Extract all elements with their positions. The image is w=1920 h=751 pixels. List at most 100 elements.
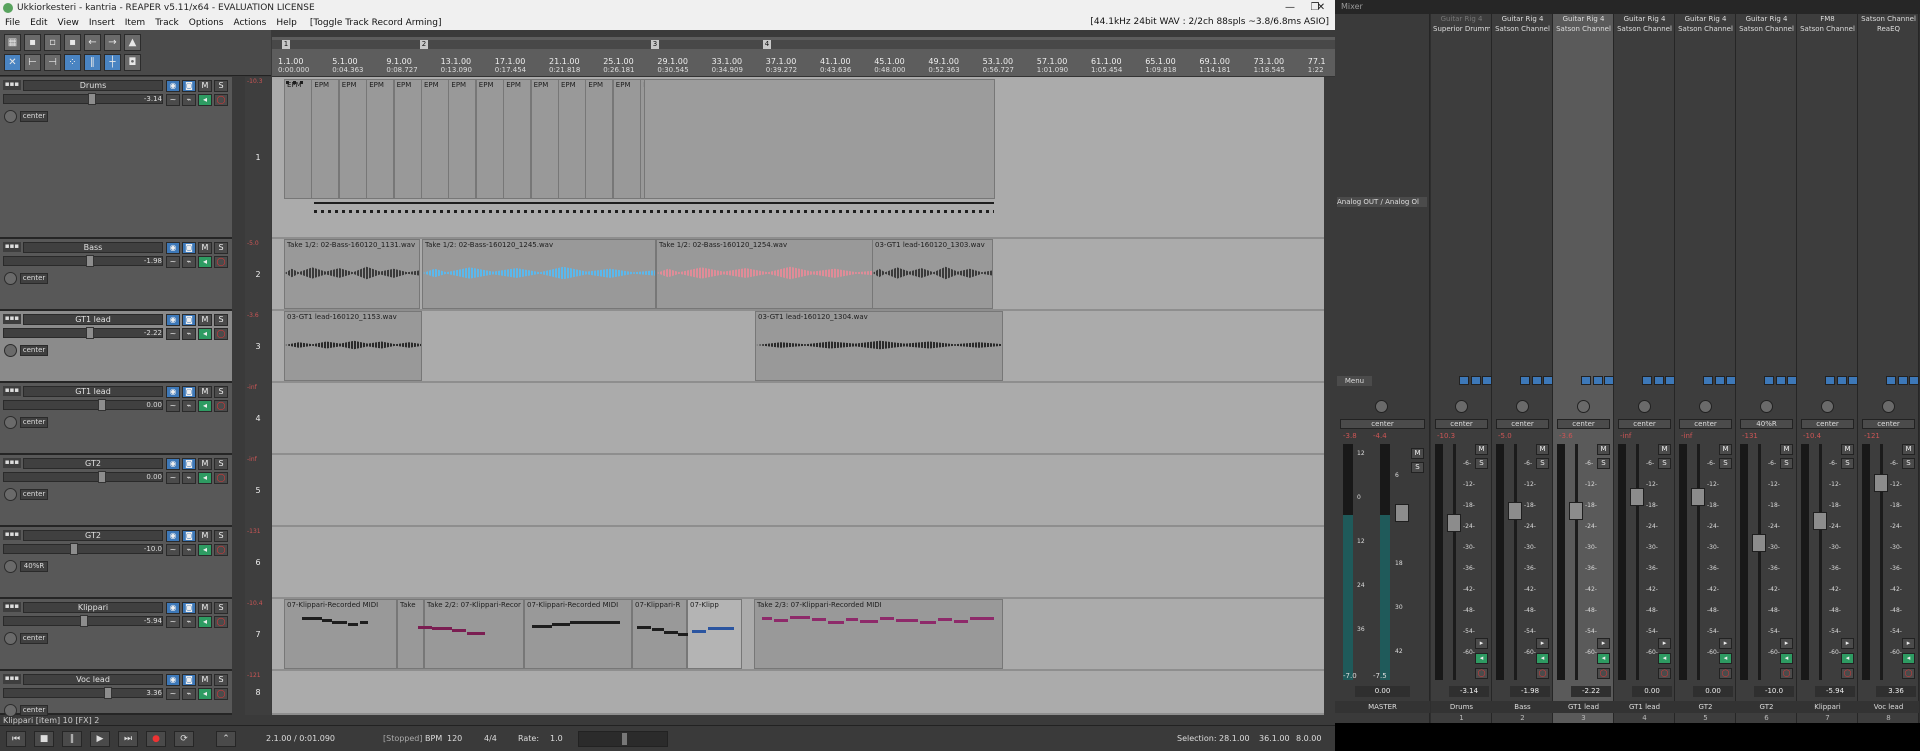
envelope-icon[interactable]: ∥ (84, 54, 101, 71)
rec-arm-monitor-icon[interactable]: ◉ (166, 80, 180, 92)
strip-phase-icon[interactable]: ◂ (1658, 653, 1671, 664)
fx-slot-1[interactable]: Guitar Rig 4 (1616, 14, 1673, 24)
rec-arm-monitor-icon[interactable]: ◉ (166, 602, 180, 614)
strip-pan-knob[interactable] (1455, 400, 1468, 413)
klippari-item-7[interactable]: Take 2/3: 07-Klippari-Recorded MIDI (754, 599, 1003, 669)
menu-track[interactable]: Track (150, 18, 184, 28)
marker-lane[interactable] (272, 40, 1335, 49)
menu-view[interactable]: View (53, 18, 84, 28)
pan-value[interactable]: center (20, 633, 48, 644)
drum-item[interactable]: EPM (558, 79, 586, 199)
strip-fader-knob[interactable] (1691, 488, 1705, 506)
pause-icon[interactable]: ‖ (62, 731, 82, 747)
strip-phase-icon[interactable]: ◂ (1597, 653, 1610, 664)
io-toggle-icon[interactable] (1776, 376, 1786, 385)
lock-icon[interactable]: ⊣ (44, 54, 61, 71)
arrange-view[interactable]: EPMEPMEPMEPMEPMEPMEPMEPMEPMEPMEPMEPMEPME… (272, 77, 1324, 715)
io-toggle-icon[interactable] (1520, 376, 1530, 385)
time-signature[interactable]: 4/4 (484, 731, 497, 747)
strip-pan-value[interactable]: center (1557, 419, 1610, 429)
track-name[interactable]: GT2 (23, 530, 163, 541)
envelope-toggle[interactable]: ▪▪▪ (3, 314, 21, 324)
strip-fader-knob[interactable] (1630, 488, 1644, 506)
menu-actions[interactable]: Actions (228, 18, 271, 28)
volume-fader-knob[interactable] (88, 93, 96, 105)
record-icon[interactable]: ● (146, 731, 166, 747)
fx-slot-1[interactable]: Guitar Rig 4 (1738, 14, 1795, 24)
time-position[interactable]: 2.1.00 / 0:01.090 (266, 731, 335, 747)
track-header-3[interactable]: ▪▪▪ GT1 lead ◉ ◙ M S -2.22 ~ ⌁ ◂ ◯ center (0, 311, 232, 383)
strip-volume-value[interactable]: 0.00 (1632, 686, 1672, 697)
io-toggle-icon[interactable] (1787, 376, 1797, 385)
strip-fader-knob[interactable] (1447, 514, 1461, 532)
marker-3[interactable]: 3 (651, 40, 659, 49)
master-solo-button[interactable]: S (1411, 462, 1424, 473)
record-arm-icon[interactable]: ◯ (214, 94, 228, 106)
strip-fader-knob[interactable] (1752, 534, 1766, 552)
bass-item-4[interactable]: 03-GT1 lead-160120_1303.wav (872, 239, 993, 309)
io-toggle-icon[interactable] (1848, 376, 1858, 385)
marker-1[interactable]: 1 (282, 40, 290, 49)
drum-item[interactable]: EPM (421, 79, 449, 199)
klippari-item-2[interactable]: Take (397, 599, 424, 669)
strip-pan-value[interactable]: 40%R (1740, 419, 1793, 429)
marker-2[interactable]: 2 (420, 40, 428, 49)
pan-value[interactable]: center (20, 345, 48, 356)
drum-item[interactable]: EPM (475, 79, 504, 199)
io-toggle-icon[interactable] (1715, 376, 1725, 385)
solo-button[interactable]: S (214, 458, 228, 470)
drum-item[interactable]: EPM (311, 79, 340, 199)
envelope-toggle[interactable]: ▪▪▪ (3, 602, 21, 612)
track-header-8[interactable]: ▪▪▪ Voc lead ◉ ◙ M S 3.36 ~ ⌁ ◂ ◯ center (0, 671, 232, 717)
envelope-icon[interactable]: ~ (166, 688, 180, 700)
rate-slider[interactable] (578, 731, 668, 747)
io-toggle-icon[interactable] (1482, 376, 1492, 385)
rate-value[interactable]: 1.0 (550, 731, 563, 747)
track-name[interactable]: Bass (23, 242, 163, 253)
strip-fader-knob[interactable] (1813, 512, 1827, 530)
klippari-item-4[interactable]: 07-Klippari-Recorded MIDI (524, 599, 632, 669)
io-toggle-icon[interactable] (1703, 376, 1713, 385)
strip-phase-icon[interactable]: ◂ (1780, 653, 1793, 664)
strip-mute-button[interactable]: M (1658, 444, 1671, 455)
bass-item-1[interactable]: Take 1/2: 02-Bass-160120_1131.wav (284, 239, 420, 309)
track-header-2[interactable]: ▪▪▪ Bass ◉ ◙ M S -1.98 ~ ⌁ ◂ ◯ center (0, 239, 232, 311)
fx-icon[interactable]: ◂ (198, 400, 212, 412)
track-lane-1[interactable]: EPMEPMEPMEPMEPMEPMEPMEPMEPMEPMEPMEPMEPME… (272, 77, 1324, 239)
selection-end[interactable]: 36.1.00 (1259, 731, 1290, 747)
strip-fx-icon[interactable]: ▸ (1658, 638, 1671, 649)
record-arm-icon[interactable]: ◯ (214, 544, 228, 556)
track-header-4[interactable]: ▪▪▪ GT1 lead ◉ ◙ M S 0.00 ~ ⌁ ◂ ◯ center (0, 383, 232, 455)
record-arm-icon[interactable]: ◯ (214, 472, 228, 484)
strip-fx-icon[interactable]: ▸ (1841, 638, 1854, 649)
drum-item[interactable]: EPM (393, 79, 422, 199)
menu-file[interactable]: File (0, 18, 25, 28)
undo-icon[interactable]: ← (84, 34, 101, 51)
strip-solo-button[interactable]: S (1658, 458, 1671, 469)
fx-slot-1[interactable]: Guitar Rig 4 (1494, 14, 1551, 24)
strip-solo-button[interactable]: S (1719, 458, 1732, 469)
rec-arm-monitor-icon[interactable]: ◉ (166, 674, 180, 686)
bpm-value[interactable]: 120 (447, 731, 462, 747)
strip-mute-button[interactable]: M (1719, 444, 1732, 455)
master-output-routing[interactable]: Analog OUT / Analog Ol (1337, 197, 1427, 207)
strip-volume-value[interactable]: -10.0 (1754, 686, 1794, 697)
strip-solo-button[interactable]: S (1536, 458, 1549, 469)
repeat-icon[interactable]: ⟳ (174, 731, 194, 747)
drum-item[interactable]: EPM (366, 79, 395, 199)
menu-options[interactable]: Options (184, 18, 229, 28)
mixer-menu-button[interactable]: Menu (1337, 376, 1372, 386)
io-toggle-icon[interactable] (1581, 376, 1591, 385)
rec-arm-monitor-icon[interactable]: ◉ (166, 314, 180, 326)
io-icon[interactable]: ◙ (182, 242, 196, 254)
selection-length[interactable]: 8.0.00 (1296, 731, 1321, 747)
timeline-ruler[interactable]: 1 2 3 4 1.1.00 0:00.000 5.1.00 0:04.363 9.1.00 0:… (272, 37, 1335, 77)
gt1-item-1[interactable]: 03-GT1 lead-160120_1153.wav (284, 311, 422, 381)
fx-icon[interactable]: ◂ (198, 328, 212, 340)
envelope-icon[interactable]: ~ (166, 94, 180, 106)
strip-rec-arm-icon[interactable]: ◯ (1536, 668, 1549, 679)
pan-value[interactable]: center (20, 111, 48, 122)
solo-button[interactable]: S (214, 530, 228, 542)
record-arm-icon[interactable]: ◯ (214, 328, 228, 340)
pan-knob[interactable] (4, 344, 17, 357)
